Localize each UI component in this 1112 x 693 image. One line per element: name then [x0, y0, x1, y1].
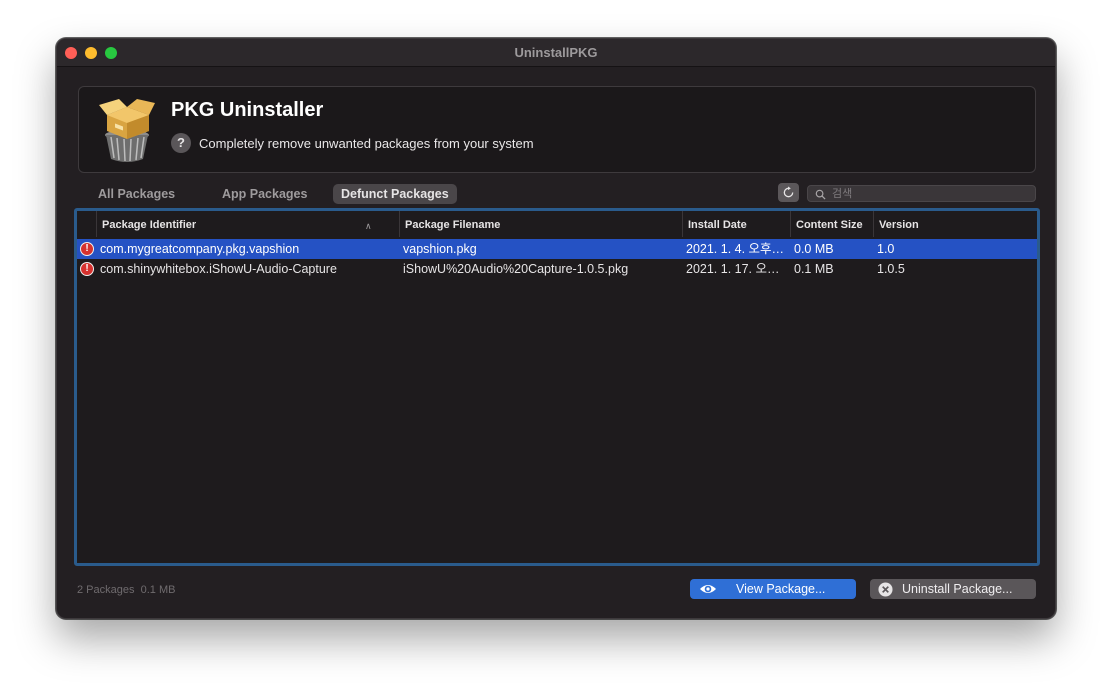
main-window: UninstallPKG PKG Uninstaller ? Completel…	[56, 38, 1056, 619]
header-panel: PKG Uninstaller ? Completely remove unwa…	[78, 86, 1036, 173]
cell-install-date: 2021. 1. 17. 오…	[686, 262, 780, 276]
view-package-button[interactable]: View Package...	[690, 579, 856, 599]
column-package-filename[interactable]: Package Filename	[399, 211, 682, 237]
status-summary: 2 Packages 0.1 MB	[77, 584, 176, 596]
cell-size: 0.0 MB	[794, 242, 834, 256]
sort-ascending-icon: ∧	[365, 221, 372, 231]
cell-filename: iShowU%20Audio%20Capture-1.0.5.pkg	[403, 262, 629, 276]
column-version[interactable]: Version	[873, 211, 1037, 237]
search-icon	[815, 187, 826, 205]
cell-identifier: com.mygreatcompany.pkg.vapshion	[100, 242, 300, 256]
cell-version: 1.0.5	[877, 262, 905, 276]
uninstall-package-label: Uninstall Package...	[902, 582, 1013, 596]
cell-filename: vapshion.pkg	[403, 242, 477, 256]
table-row[interactable]: ! com.shinywhitebox.iShowU-Audio-Capture…	[77, 259, 1037, 279]
tab-all-packages[interactable]: All Packages	[90, 184, 183, 204]
packages-table: Package Identifier ∧ Package Filename In…	[74, 208, 1040, 566]
tab-defunct-packages[interactable]: Defunct Packages	[333, 184, 457, 204]
eye-icon	[700, 585, 716, 593]
uninstall-package-button[interactable]: Uninstall Package...	[870, 579, 1036, 599]
window-title: UninstallPKG	[514, 45, 598, 60]
cell-install-date: 2021. 1. 4. 오후…	[686, 242, 785, 256]
title-bar: UninstallPKG	[57, 39, 1055, 67]
column-package-identifier[interactable]: Package Identifier	[96, 211, 399, 237]
cell-identifier: com.shinywhitebox.iShowU-Audio-Capture	[100, 262, 337, 276]
refresh-button[interactable]	[778, 183, 799, 202]
view-package-label: View Package...	[736, 582, 826, 596]
warning-icon: !	[80, 242, 94, 256]
help-icon[interactable]: ?	[171, 133, 191, 153]
cell-size: 0.1 MB	[794, 262, 834, 276]
search-field[interactable]	[807, 185, 1036, 202]
tab-app-packages[interactable]: App Packages	[214, 184, 315, 204]
column-install-date[interactable]: Install Date	[682, 211, 790, 237]
column-content-size[interactable]: Content Size	[790, 211, 873, 237]
warning-icon: !	[80, 262, 94, 276]
table-header: Package Identifier ∧ Package Filename In…	[77, 211, 1037, 237]
search-input[interactable]	[832, 186, 1032, 201]
cell-version: 1.0	[877, 242, 895, 256]
app-subtitle: Completely remove unwanted packages from…	[199, 136, 534, 151]
package-trash-icon	[99, 99, 155, 162]
table-row[interactable]: ! com.mygreatcompany.pkg.vapshion vapshi…	[77, 239, 1037, 259]
close-circle-icon	[878, 582, 893, 597]
refresh-icon	[783, 186, 794, 198]
app-title: PKG Uninstaller	[171, 99, 324, 121]
